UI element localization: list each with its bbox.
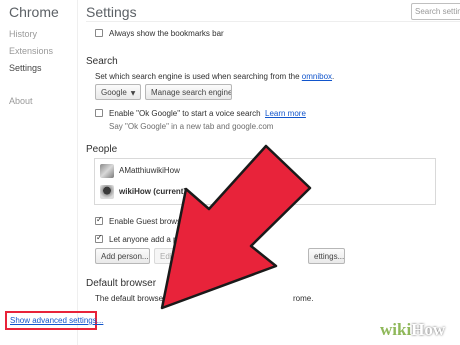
default-browser-text-end: rome. (293, 294, 314, 303)
search-description: Set which search engine is used when sea… (95, 72, 334, 81)
page-title: Settings (86, 4, 137, 20)
search-section-title: Search (86, 56, 118, 67)
omnibox-link[interactable]: omnibox (302, 72, 332, 81)
search-engine-select[interactable]: Google ▼ (95, 84, 141, 100)
wikihow-watermark: wikiHow (380, 320, 445, 340)
sidebar-item-extensions[interactable]: Extensions (9, 46, 53, 56)
dropdown-arrow-icon: ▼ (130, 90, 136, 97)
watermark-how: How (411, 320, 446, 339)
sidebar-item-settings[interactable]: Settings (9, 63, 42, 73)
guest-browsing-checkbox[interactable] (95, 215, 103, 225)
chrome-brand: Chrome (9, 4, 59, 20)
ok-google-checkbox[interactable] (95, 109, 103, 117)
search-settings-input[interactable]: Search settin (411, 3, 460, 20)
settings-main: Settings Search settin Always show the b… (78, 0, 460, 345)
learn-more-link[interactable]: Learn more (265, 109, 306, 118)
guest-browsing-label: Enable Guest browsing (109, 217, 192, 226)
avatar (100, 185, 114, 199)
search-description-end: . (332, 72, 335, 81)
show-advanced-settings-link[interactable]: Show advanced settings... (10, 316, 103, 325)
default-browser-text-start: The default browser is c (95, 294, 180, 303)
ok-google-label: Enable "Ok Google" to start a voice sear… (109, 109, 261, 118)
add-person-checkbox[interactable] (95, 233, 103, 243)
manage-search-engines-button[interactable]: Manage search engines... (145, 84, 232, 100)
bookmarks-bar-label: Always show the bookmarks bar (109, 29, 224, 38)
search-description-text: Set which search engine is used when sea… (95, 72, 302, 81)
add-person-button[interactable]: Add person... (95, 248, 150, 264)
bookmarks-bar-checkbox[interactable] (95, 29, 103, 37)
watermark-wiki: wiki (380, 320, 412, 339)
ok-google-hint: Say "Ok Google" in a new tab and google.… (109, 122, 274, 131)
import-settings-button[interactable]: ettings... (308, 248, 345, 264)
profile-name-1[interactable]: AMatthiuwikiHow (119, 166, 180, 175)
ok-google-row: Enable "Ok Google" to start a voice sear… (109, 109, 306, 118)
edit-person-button[interactable]: Edit... (154, 248, 189, 264)
sidebar: Chrome History Extensions Settings About (0, 0, 78, 345)
sidebar-item-history[interactable]: History (9, 29, 37, 39)
profile-name-2[interactable]: wikiHow (current) (119, 187, 186, 196)
search-engine-value: Google (101, 88, 127, 97)
sidebar-item-about[interactable]: About (9, 96, 33, 106)
header-divider (86, 21, 460, 22)
profiles-list: AMatthiuwikiHow wikiHow (current) (94, 158, 436, 205)
people-section-title: People (86, 144, 118, 155)
default-browser-title: Default browser (86, 278, 157, 289)
add-person-label: Let anyone add a person to (109, 235, 207, 244)
avatar (100, 164, 114, 178)
